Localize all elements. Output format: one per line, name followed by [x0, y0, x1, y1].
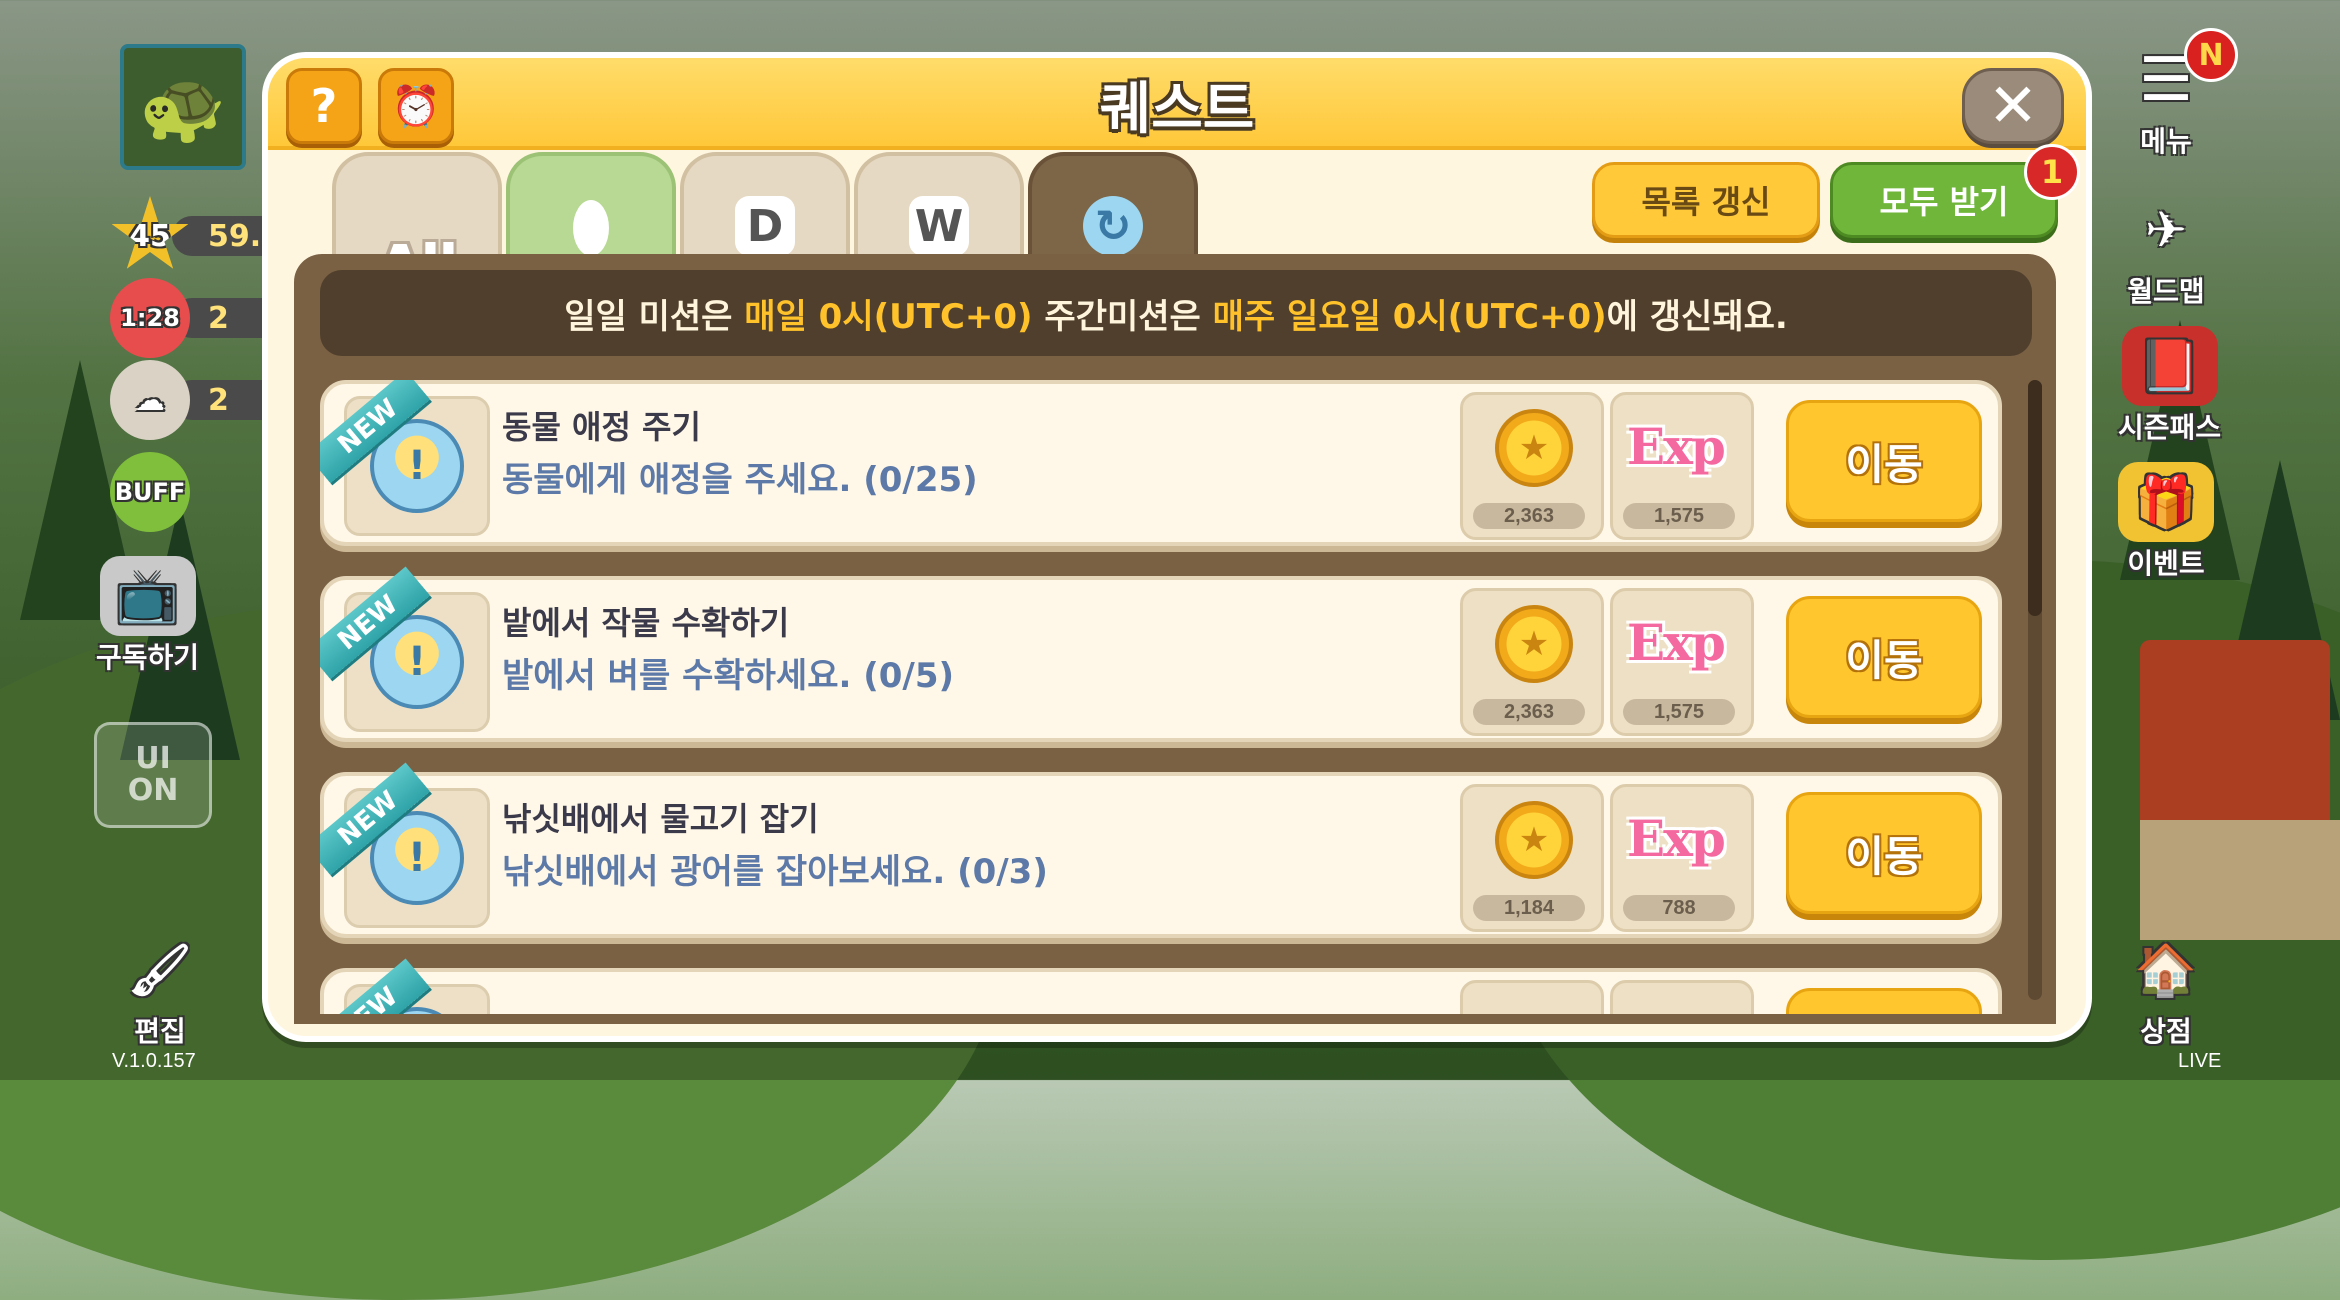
shop-icon: 🏠: [2134, 940, 2198, 999]
menu-new-badge: N: [2184, 28, 2238, 82]
quest-desc: 밭에서 벼를 수확하세요. (0/5): [502, 656, 955, 696]
live-label: LIVE: [2178, 1050, 2222, 1072]
brush-icon: 🖌: [128, 940, 192, 999]
event-label: 이벤트: [2127, 547, 2205, 580]
shop-label: 상점: [2140, 1015, 2192, 1048]
buff-button[interactable]: BUFF: [110, 452, 190, 532]
menu-label: 메뉴: [2140, 125, 2192, 158]
quest-item: ! NEW 밭에서 작물 수확하기 밭에서 벼를 수확하세요. (0/5) ★ …: [320, 566, 2002, 742]
exp-reward: [1610, 980, 1754, 1014]
ui-toggle-button[interactable]: UI ON: [94, 722, 212, 828]
exp-reward: Exp 788: [1610, 784, 1754, 932]
shop-button[interactable]: 🏠 상점: [2118, 930, 2214, 1050]
coin-reward: ★ 1,184: [1460, 784, 1604, 932]
exp-reward: Exp 1,575: [1610, 392, 1754, 540]
seasonpass-label: 시즌패스: [2118, 411, 2222, 444]
quest-panel: 일일 미션은 매일 0시(UTC+0) 주간미션은 매주 일요일 0시(UTC+…: [294, 254, 2056, 1024]
coin-amount: 1,184: [1473, 895, 1585, 921]
edit-label: 편집: [134, 1015, 186, 1048]
tv-icon: 📺: [99, 556, 196, 636]
subscribe-button[interactable]: 📺 구독하기: [96, 556, 199, 676]
weekly-w-icon: W: [909, 196, 969, 256]
refresh-list-button[interactable]: 목록 갱신: [1592, 162, 1820, 238]
coin-reward: ★ 2,363: [1460, 392, 1604, 540]
quest-scrollbar[interactable]: [2028, 380, 2042, 1000]
coin-icon: ★: [1495, 409, 1573, 487]
exp-amount: 1,575: [1623, 503, 1735, 529]
close-icon: ✕: [1987, 71, 2039, 141]
quest-item: ! NEW 동물 애정 주기 동물에게 애정을 주세요. (0/25) ★ 2,…: [320, 380, 2002, 546]
version-text: V.1.0.157: [112, 1050, 196, 1072]
go-button[interactable]: [1786, 988, 1982, 1014]
quest-item: ! NEW: [320, 958, 2002, 1014]
reset-notice: 일일 미션은 매일 0시(UTC+0) 주간미션은 매주 일요일 0시(UTC+…: [320, 270, 2032, 356]
exp-amount: 1,575: [1623, 699, 1735, 725]
coin-amount: 2,363: [1473, 699, 1585, 725]
heart-icon: 1:28: [110, 278, 190, 358]
receive-count-badge: 1: [2024, 144, 2080, 200]
coin-reward: [1460, 980, 1604, 1014]
exp-reward: Exp 1,575: [1610, 588, 1754, 736]
quest-item: ! NEW 낚싯배에서 물고기 잡기 낚싯배에서 광어를 잡아보세요. (0/3…: [320, 762, 2002, 938]
quest-desc: 낚싯배에서 광어를 잡아보세요. (0/3): [502, 852, 1048, 892]
worldmap-label: 월드맵: [2127, 275, 2205, 308]
coin-amount: 2,363: [1473, 503, 1585, 529]
quest-dialog: ? ⏰ 퀘스트 ✕ All 메인 D 일일 W 주간 ↻ 반복 목록 갱신 모두…: [262, 52, 2092, 1042]
repeat-icon: ↻: [1083, 196, 1143, 256]
buff-icon: BUFF: [110, 452, 190, 532]
dialog-title: 퀘스트: [1099, 77, 1255, 142]
coin-icon: ★: [1495, 801, 1573, 879]
gift-icon: 🎁: [2118, 462, 2214, 542]
coin-icon: ★: [1495, 605, 1573, 683]
player-avatar[interactable]: 🐢: [120, 44, 246, 170]
edit-button[interactable]: 🖌 편집: [112, 930, 208, 1050]
subscribe-label: 구독하기: [96, 641, 200, 674]
seasonpass-button[interactable]: 📕 시즌패스: [2118, 326, 2221, 446]
book-icon: 📕: [2121, 326, 2218, 406]
exp-amount: 788: [1623, 895, 1735, 921]
event-button[interactable]: 🎁 이벤트: [2118, 462, 2214, 582]
quest-title: 낚싯배에서 물고기 잡기: [502, 800, 819, 838]
quest-desc: 동물에게 애정을 주세요. (0/25): [502, 460, 978, 500]
daily-d-icon: D: [735, 196, 795, 256]
wool-icon: ☁: [110, 360, 190, 440]
scroll-thumb[interactable]: [2028, 380, 2042, 616]
close-button[interactable]: ✕: [1962, 68, 2064, 144]
quest-title: 밭에서 작물 수확하기: [502, 604, 790, 642]
go-button[interactable]: 이동: [1786, 792, 1982, 914]
exp-icon: Exp: [1627, 613, 1726, 672]
go-button[interactable]: 이동: [1786, 596, 1982, 718]
coin-reward: ★ 2,363: [1460, 588, 1604, 736]
quest-list[interactable]: ! NEW 동물 애정 주기 동물에게 애정을 주세요. (0/25) ★ 2,…: [320, 380, 2002, 1014]
worldmap-button[interactable]: ✈ 월드맵: [2118, 190, 2214, 310]
exp-icon: Exp: [1627, 809, 1726, 868]
main-quest-icon: [573, 200, 609, 256]
exp-icon: Exp: [1627, 417, 1726, 476]
airplane-icon: ✈: [2145, 201, 2187, 259]
quest-title: 동물 애정 주기: [502, 408, 701, 446]
go-button[interactable]: 이동: [1786, 400, 1982, 522]
